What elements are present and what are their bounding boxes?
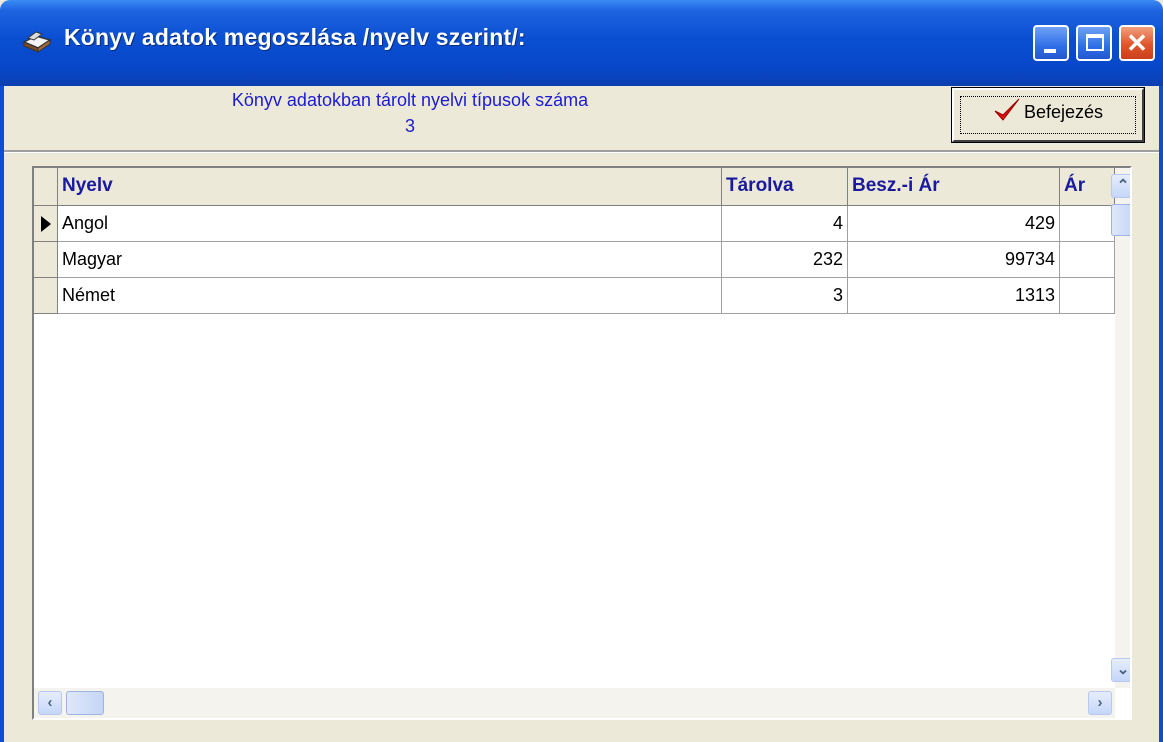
- scroll-down-button[interactable]: ⌄: [1111, 658, 1130, 682]
- column-header-ar[interactable]: Ár: [1060, 168, 1115, 206]
- cell-tarolva[interactable]: 4: [722, 206, 848, 242]
- cell-nyelv[interactable]: Angol: [58, 206, 722, 242]
- language-types-label: Könyv adatokban tárolt nyelvi típusok sz…: [231, 90, 589, 110]
- column-header-besz-ar[interactable]: Besz.-i Ár: [848, 168, 1060, 206]
- finish-button-label: Befejezés: [1024, 102, 1104, 122]
- checkmark-icon: [994, 98, 1020, 121]
- cell-ar[interactable]: [1060, 242, 1115, 278]
- language-types-count: 3: [404, 116, 415, 136]
- cell-tarolva[interactable]: 232: [722, 242, 848, 278]
- cell-nyelv[interactable]: Német: [58, 278, 722, 314]
- book-icon: [22, 31, 52, 53]
- scroll-right-button[interactable]: ›: [1088, 691, 1112, 715]
- minimize-icon: [1044, 49, 1056, 53]
- maximize-button[interactable]: [1076, 25, 1112, 61]
- window-title: Könyv adatok megoszlása /nyelv szerint/:: [64, 24, 526, 50]
- row-indicator[interactable]: [34, 278, 58, 314]
- column-header-tarolva[interactable]: Tárolva: [722, 168, 848, 206]
- separator: [4, 150, 1159, 153]
- cell-besz-ar[interactable]: 429: [848, 206, 1060, 242]
- vertical-scrollbar[interactable]: ⌃ ⌄: [1111, 168, 1130, 688]
- header-corner: [34, 168, 58, 206]
- vertical-scroll-thumb[interactable]: [1111, 204, 1130, 236]
- row-indicator[interactable]: [34, 242, 58, 278]
- maximize-icon: [1086, 34, 1104, 51]
- cell-ar[interactable]: [1060, 278, 1115, 314]
- row-indicator[interactable]: [34, 206, 58, 242]
- cell-besz-ar[interactable]: 1313: [848, 278, 1060, 314]
- title-bar[interactable]: Könyv adatok megoszlása /nyelv szerint/:…: [0, 0, 1163, 86]
- minimize-button[interactable]: [1033, 25, 1069, 61]
- scroll-left-button[interactable]: ‹: [38, 691, 62, 715]
- window-border-left: [0, 86, 4, 742]
- close-button[interactable]: ✕: [1119, 25, 1155, 61]
- cell-tarolva[interactable]: 3: [722, 278, 848, 314]
- finish-button[interactable]: Befejezés: [951, 87, 1145, 143]
- close-icon: ✕: [1126, 28, 1148, 58]
- cell-ar[interactable]: [1060, 206, 1115, 242]
- horizontal-scrollbar[interactable]: ‹ ›: [34, 688, 1115, 718]
- column-header-nyelv[interactable]: Nyelv: [58, 168, 722, 206]
- language-data-grid[interactable]: Nyelv Tárolva Besz.-i Ár Ár Angol 4 429 …: [32, 166, 1132, 720]
- window-border-right: [1159, 86, 1163, 742]
- current-row-arrow-icon: [41, 216, 51, 232]
- scroll-up-button[interactable]: ⌃: [1111, 174, 1130, 198]
- cell-besz-ar[interactable]: 99734: [848, 242, 1060, 278]
- cell-nyelv[interactable]: Magyar: [58, 242, 722, 278]
- horizontal-scroll-thumb[interactable]: [66, 691, 104, 715]
